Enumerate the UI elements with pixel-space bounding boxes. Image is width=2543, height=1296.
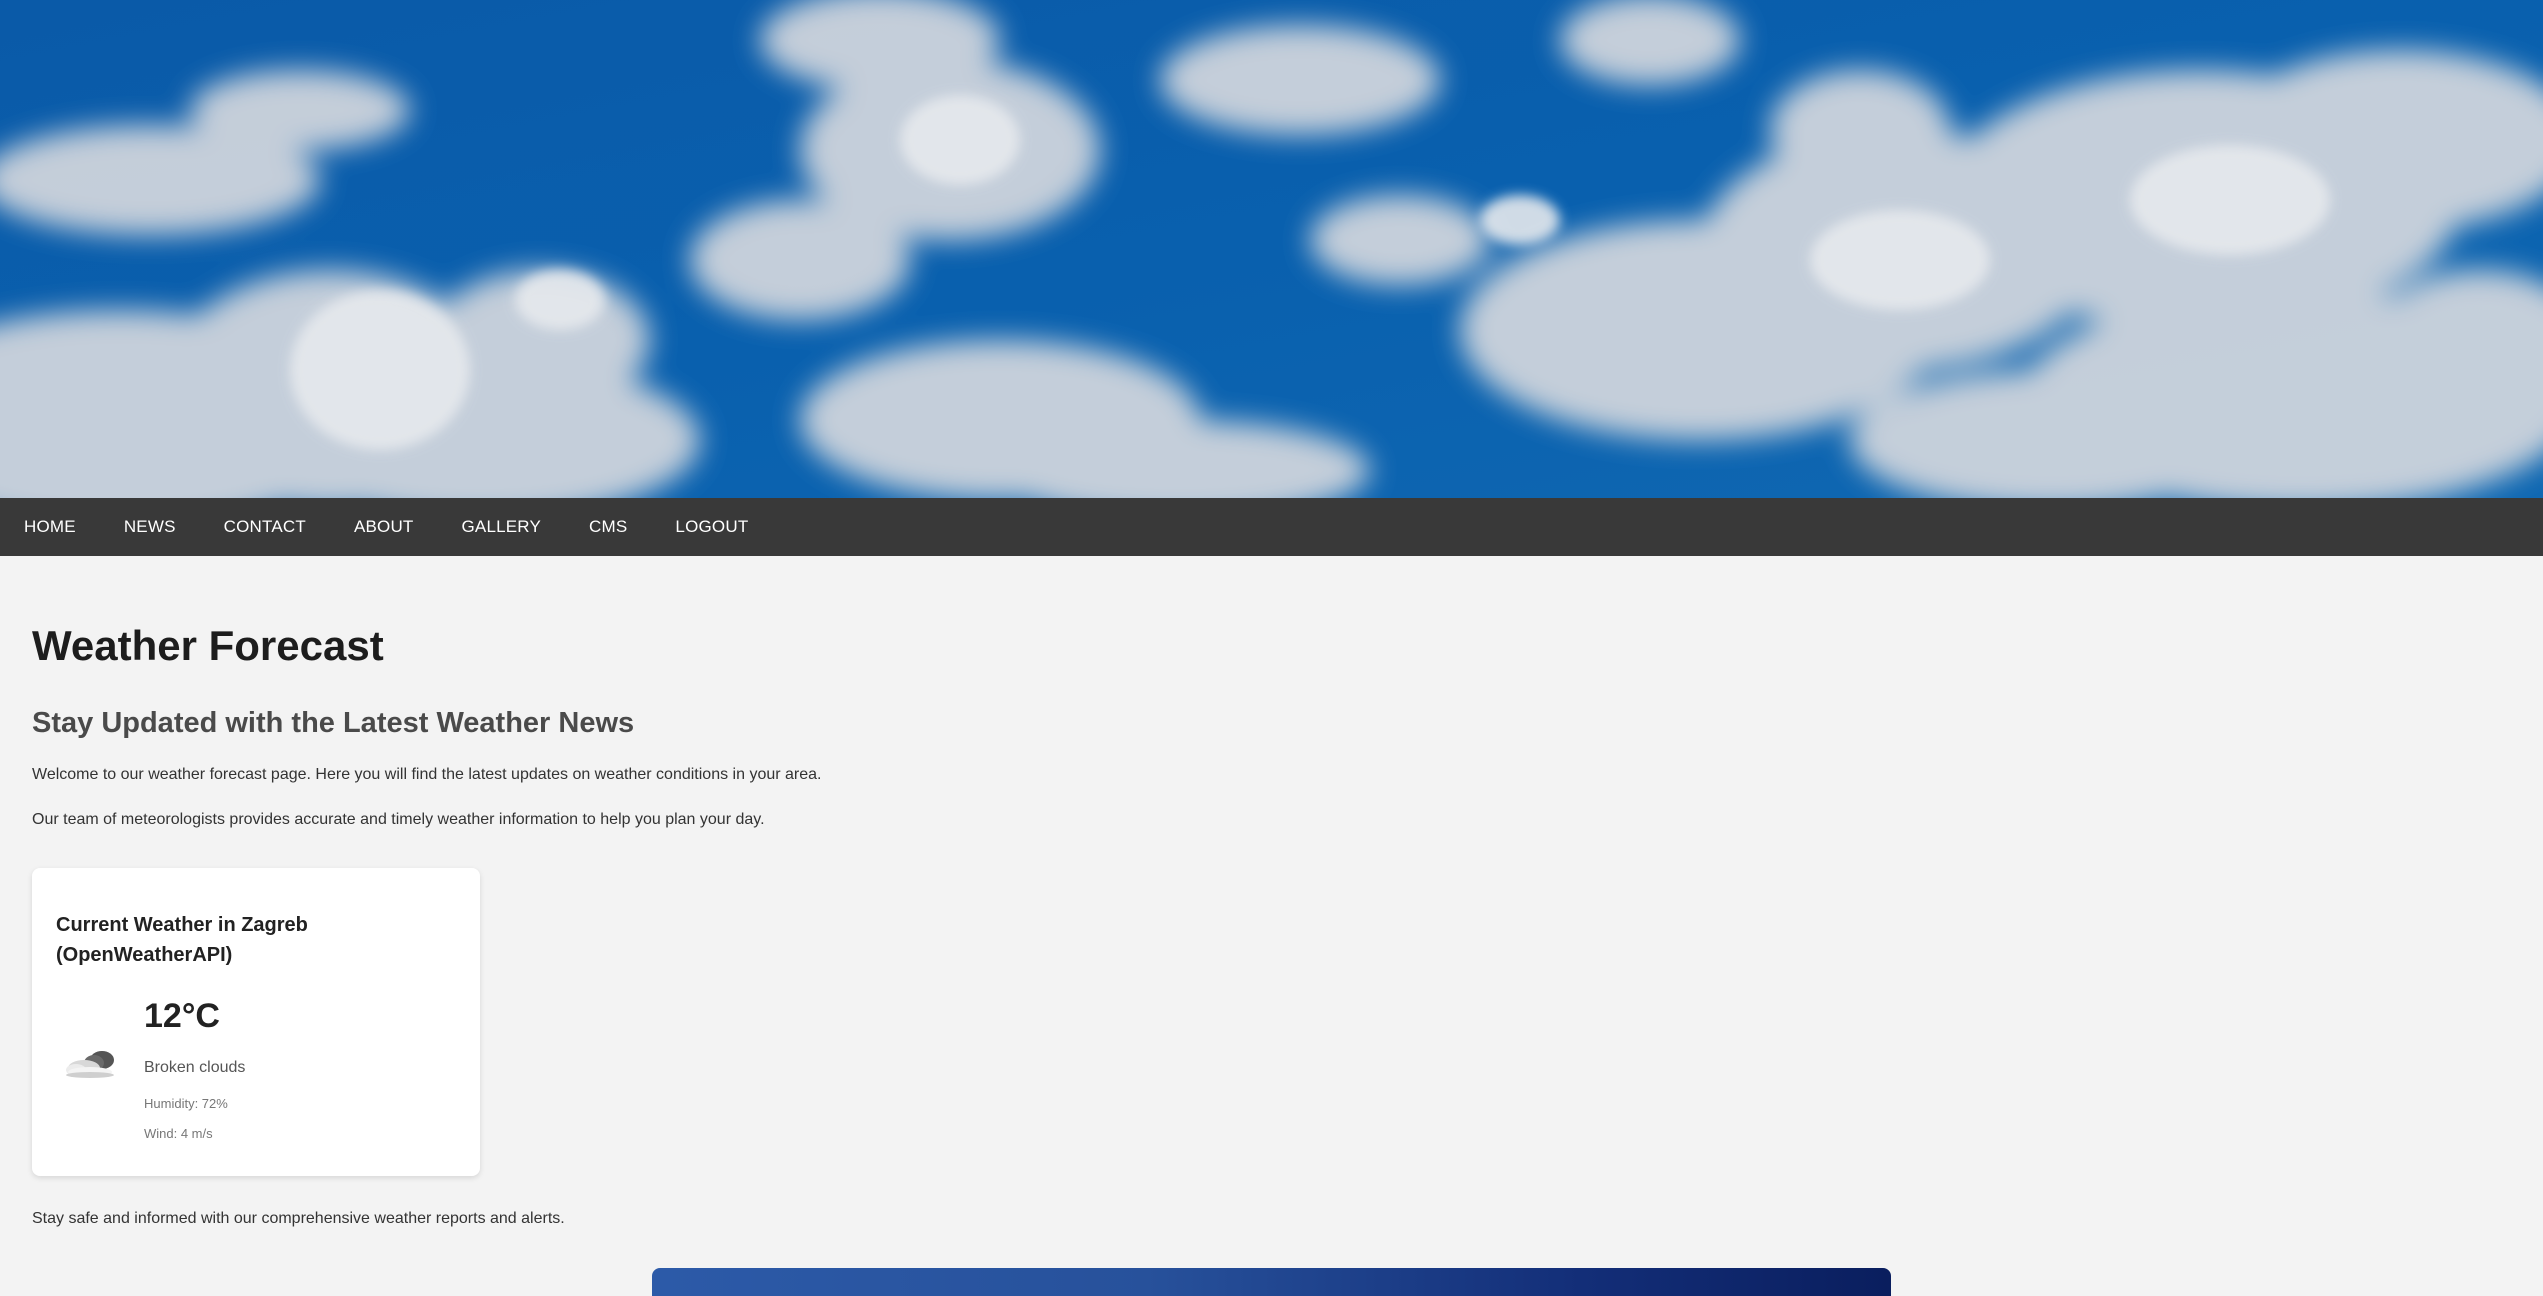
nav-item-contact[interactable]: CONTACT xyxy=(200,498,330,556)
weather-card-title: Current Weather in Zagreb (OpenWeatherAP… xyxy=(56,914,308,966)
footer-paragraph: Stay safe and informed with our comprehe… xyxy=(32,1210,565,1227)
broken-clouds-icon xyxy=(62,1046,120,1080)
intro-paragraph-2: Our team of meteorologists provides accu… xyxy=(32,811,765,828)
current-weather-card: Current Weather in Zagreb (OpenWeatherAP… xyxy=(32,868,480,1176)
nav-item-about[interactable]: ABOUT xyxy=(330,498,438,556)
nav-item-cms[interactable]: CMS xyxy=(565,498,651,556)
main-navbar: HOME NEWS CONTACT ABOUT GALLERY CMS LOGO… xyxy=(0,498,2543,556)
hero-sky-image xyxy=(0,0,2543,498)
nav-item-news[interactable]: NEWS xyxy=(100,498,200,556)
nav-item-gallery[interactable]: GALLERY xyxy=(438,498,566,556)
nav-item-home[interactable]: HOME xyxy=(0,498,100,556)
weather-banner-image xyxy=(652,1268,1891,1296)
intro-paragraph-1: Welcome to our weather forecast page. He… xyxy=(32,766,822,783)
humidity-value: Humidity: 72% xyxy=(144,1096,228,1111)
wind-value: Wind: 4 m/s xyxy=(144,1126,213,1141)
page-title: Weather Forecast xyxy=(32,622,384,669)
page-subtitle: Stay Updated with the Latest Weather New… xyxy=(32,707,635,739)
weather-description: Broken clouds xyxy=(144,1059,246,1076)
sky-clouds-illustration xyxy=(0,0,2543,498)
nav-item-logout[interactable]: LOGOUT xyxy=(651,498,772,556)
temperature-value: 12°C xyxy=(144,997,220,1035)
